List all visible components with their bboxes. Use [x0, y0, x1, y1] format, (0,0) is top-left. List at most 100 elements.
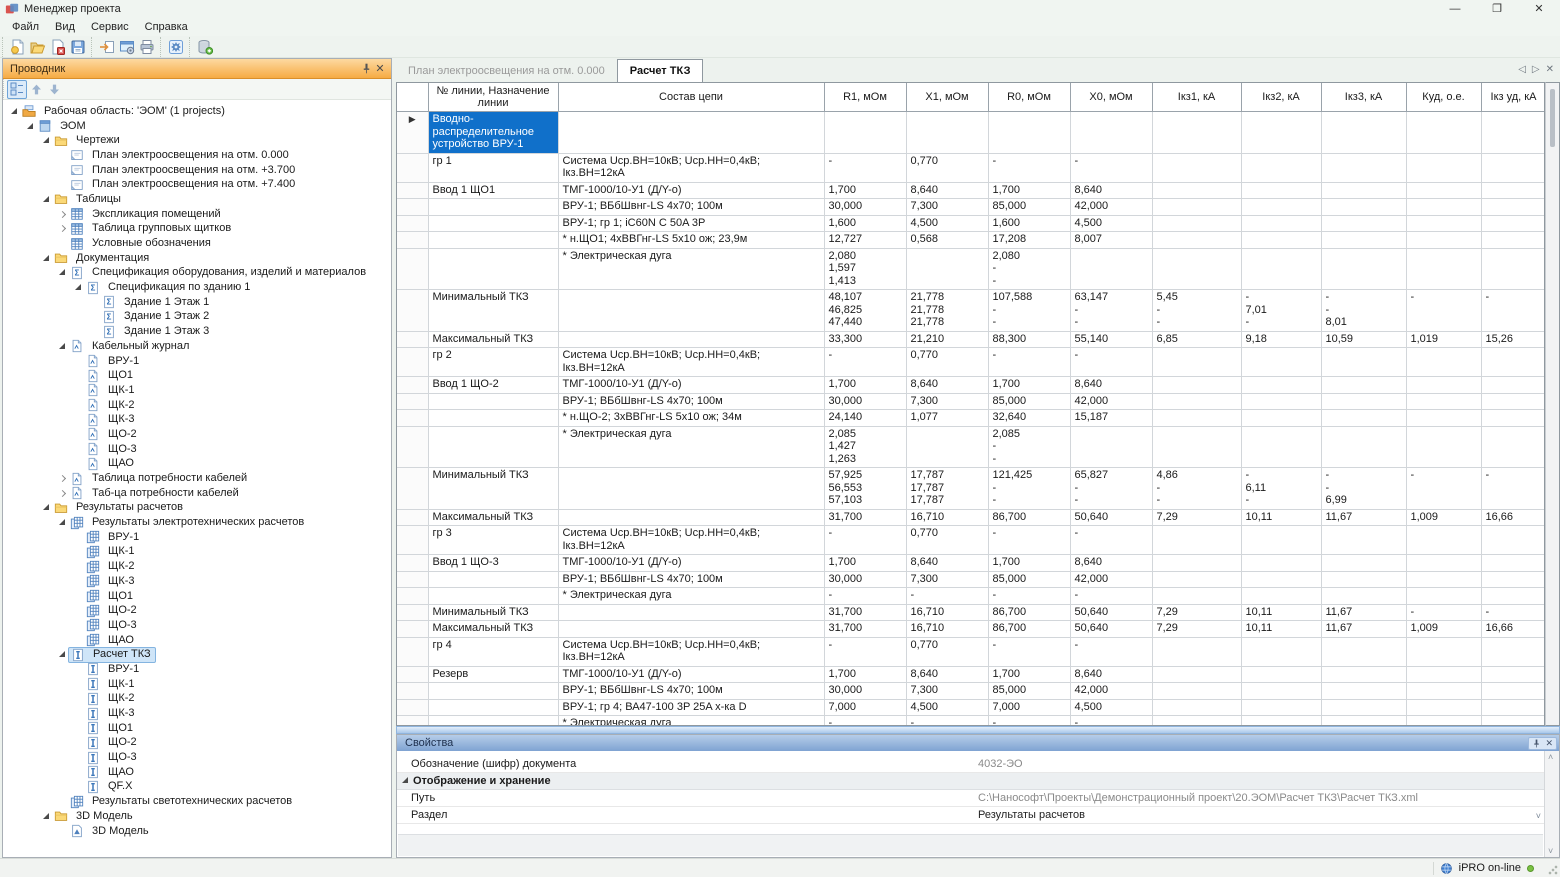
table-cell[interactable]: [1152, 248, 1241, 290]
table-cell[interactable]: [1241, 182, 1321, 199]
table-cell[interactable]: [1406, 426, 1481, 468]
table-cell[interactable]: 9,18: [1241, 331, 1321, 348]
table-cell[interactable]: [1481, 393, 1545, 410]
properties-scrollbar[interactable]: ˄ ˅: [1544, 751, 1559, 857]
table-cell[interactable]: [1406, 526, 1481, 555]
table-cell[interactable]: 50,640: [1070, 509, 1152, 526]
table-cell[interactable]: [1241, 199, 1321, 216]
table-cell[interactable]: [1481, 348, 1545, 377]
scrollbar-thumb[interactable]: [1550, 89, 1555, 147]
table-cell[interactable]: -: [1406, 468, 1481, 510]
table-cell[interactable]: 4,86 - -: [1152, 468, 1241, 510]
table-cell[interactable]: [1241, 215, 1321, 232]
table-cell[interactable]: 11,67: [1321, 604, 1406, 621]
table-cell[interactable]: [1070, 112, 1152, 154]
table-cell[interactable]: 8,640: [1070, 666, 1152, 683]
table-cell[interactable]: -: [824, 153, 906, 182]
table-cell[interactable]: 8,007: [1070, 232, 1152, 249]
table-cell[interactable]: * Электрическая дуга: [558, 426, 824, 468]
table-cell[interactable]: [1152, 683, 1241, 700]
property-value[interactable]: 4032-ЭО: [978, 758, 1559, 770]
table-cell[interactable]: [1152, 588, 1241, 605]
move-up-icon[interactable]: [27, 80, 45, 98]
table-cell[interactable]: [1070, 426, 1152, 468]
tree-item[interactable]: ЩК-1: [3, 383, 391, 398]
table-cell[interactable]: -: [988, 588, 1070, 605]
table-cell[interactable]: [428, 426, 558, 468]
table-cell[interactable]: 2,080 - -: [988, 248, 1070, 290]
tree-item[interactable]: ЩО-2: [3, 736, 391, 751]
tab-next-icon[interactable]: ▷: [1532, 64, 1540, 75]
table-cell[interactable]: [1406, 393, 1481, 410]
tree-item[interactable]: ЩО-3: [3, 618, 391, 633]
table-cell[interactable]: [988, 112, 1070, 154]
table-cell[interactable]: [1152, 215, 1241, 232]
table-cell[interactable]: 7,300: [906, 199, 988, 216]
tree-item[interactable]: ЩК-2: [3, 559, 391, 574]
expand-arrow-icon[interactable]: [25, 121, 36, 132]
table-cell[interactable]: 15,26: [1481, 331, 1545, 348]
table-cell[interactable]: [1481, 182, 1545, 199]
table-cell[interactable]: 63,147 - -: [1070, 290, 1152, 332]
table-cell[interactable]: [428, 393, 558, 410]
import-project-icon[interactable]: [97, 37, 117, 56]
table-cell[interactable]: [1406, 666, 1481, 683]
table-cell[interactable]: * н.ЩО1; 4хВВГнг-LS 5х10 ож; 23,9м: [558, 232, 824, 249]
table-cell[interactable]: [1321, 393, 1406, 410]
tree-item[interactable]: Документация: [3, 251, 391, 266]
close-properties-icon[interactable]: ✕: [1545, 738, 1553, 749]
table-cell[interactable]: [558, 290, 824, 332]
new-project-icon[interactable]: [8, 37, 28, 56]
table-cell[interactable]: Ввод 1 ЩО1: [428, 182, 558, 199]
table-cell[interactable]: [1152, 410, 1241, 427]
table-cell[interactable]: Резерв: [428, 666, 558, 683]
expand-arrow-icon[interactable]: [9, 106, 20, 117]
table-cell[interactable]: [1481, 716, 1545, 727]
table-cell[interactable]: 86,700: [988, 604, 1070, 621]
table-cell[interactable]: [1321, 377, 1406, 394]
tree-item[interactable]: ЩО1: [3, 589, 391, 604]
tree-item[interactable]: Таблица потребности кабелей: [3, 471, 391, 486]
table-cell[interactable]: 1,009: [1406, 621, 1481, 638]
table-cell[interactable]: [1481, 588, 1545, 605]
table-cell[interactable]: [1481, 248, 1545, 290]
table-cell[interactable]: 8,640: [1070, 555, 1152, 572]
expand-arrow-icon[interactable]: [41, 502, 52, 513]
print-icon[interactable]: [137, 37, 157, 56]
table-cell[interactable]: 7,300: [906, 393, 988, 410]
table-cell[interactable]: [1321, 683, 1406, 700]
table-cell[interactable]: [558, 112, 824, 154]
table-cell[interactable]: 85,000: [988, 393, 1070, 410]
table-cell[interactable]: 2,085 - -: [988, 426, 1070, 468]
table-cell[interactable]: [1241, 637, 1321, 666]
table-cell[interactable]: [1241, 377, 1321, 394]
expand-arrow-icon[interactable]: [57, 341, 68, 352]
table-cell[interactable]: 4,500: [906, 699, 988, 716]
table-cell[interactable]: 1,700: [988, 666, 1070, 683]
table-cell[interactable]: - 7,01 -: [1241, 290, 1321, 332]
table-cell[interactable]: 42,000: [1070, 571, 1152, 588]
close-button[interactable]: ✕: [1518, 0, 1560, 18]
table-cell[interactable]: [1406, 348, 1481, 377]
table-cell[interactable]: -: [988, 348, 1070, 377]
scroll-down-icon[interactable]: ˅: [1548, 846, 1553, 856]
table-cell[interactable]: [1321, 215, 1406, 232]
table-cell[interactable]: 86,700: [988, 509, 1070, 526]
project-window-icon[interactable]: [117, 37, 137, 56]
tree-item[interactable]: ΣСпецификация по зданию 1: [3, 280, 391, 295]
table-cell[interactable]: 8,640: [1070, 182, 1152, 199]
tree-item[interactable]: ЩО-3: [3, 750, 391, 765]
table-cell[interactable]: -: [988, 526, 1070, 555]
table-cell[interactable]: -: [988, 716, 1070, 727]
table-cell[interactable]: Система Uср.ВН=10кВ; Uср.НН=0,4кВ; Iкз.В…: [558, 526, 824, 555]
scroll-up-icon[interactable]: ˄: [1548, 752, 1553, 762]
table-cell[interactable]: [1321, 588, 1406, 605]
table-cell[interactable]: Минимальный ТКЗ: [428, 604, 558, 621]
table-cell[interactable]: 1,700: [824, 377, 906, 394]
table-cell[interactable]: [1321, 410, 1406, 427]
table-cell[interactable]: [1406, 637, 1481, 666]
table-cell[interactable]: [1481, 571, 1545, 588]
table-cell[interactable]: [1241, 426, 1321, 468]
table-cell[interactable]: [1321, 699, 1406, 716]
menu-item[interactable]: Файл: [4, 18, 47, 36]
